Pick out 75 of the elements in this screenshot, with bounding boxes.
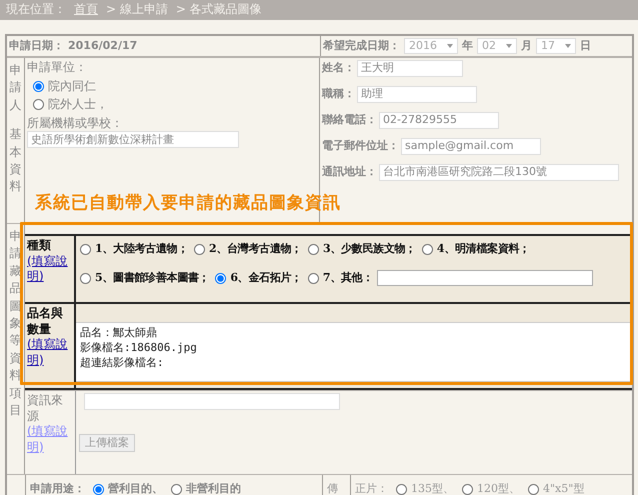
input-field[interactable]: 助理 (357, 86, 477, 103)
input-field[interactable]: 02-27829555 (379, 112, 499, 129)
option-label: 非營利目的 (186, 482, 241, 495)
option-label: 7、其他： (322, 271, 374, 286)
dropdown[interactable]: 02 (477, 38, 517, 54)
radio-button[interactable] (93, 484, 104, 495)
caret-icon (565, 44, 571, 48)
row-label: 品名與數量 (27, 306, 64, 338)
radio-button[interactable] (215, 272, 226, 284)
option-label: 120型、 (477, 482, 520, 495)
input-field[interactable]: sample@gmail.com (401, 138, 541, 155)
radio-button[interactable] (80, 244, 91, 255)
option-label: 院內同仁 (48, 78, 96, 94)
section-label: 申請人 (10, 62, 22, 114)
option-label: 營利目的、 (108, 482, 163, 495)
field-label: 姓名： (322, 61, 355, 76)
radio-button[interactable] (422, 244, 433, 255)
text-area[interactable]: 品名：鄦太師鼎 影像檔名:186806.jpg 超連結影像檔名: (76, 322, 632, 382)
field-label: 聯絡電話： (322, 113, 377, 128)
field-label: 通訊地址： (322, 165, 377, 180)
radio-button[interactable] (194, 244, 205, 255)
option-label: 6、金石拓片； (230, 271, 302, 286)
option-label: 4、明清檔案資料； (436, 242, 530, 256)
radio-button[interactable] (462, 484, 473, 495)
date-value: 2016/02/17 (68, 38, 138, 54)
annotation-text: 系統已自動帶入要申請的藏品圖象資訊 (35, 192, 341, 214)
section-label: 基本資料 (10, 126, 22, 196)
input-field[interactable] (377, 270, 594, 286)
field-label: 電子郵件位址： (322, 139, 399, 154)
text-line: 影像檔名:186806.jpg (80, 340, 198, 356)
caret-icon (506, 44, 512, 48)
breadcrumb-item: > 線上申請 (106, 2, 168, 18)
radio-button[interactable] (33, 80, 44, 92)
breadcrumb-link[interactable]: 首頁 (74, 2, 98, 18)
input-field[interactable]: 史語所學術創新數位深耕計畫 (27, 131, 239, 148)
unit-label: 月 (521, 38, 532, 54)
field-label: 申請單位： (27, 60, 88, 76)
radio-button[interactable] (308, 244, 319, 255)
dropdown[interactable]: 2016 (404, 38, 458, 54)
input-field[interactable]: 王大明 (357, 60, 463, 77)
unit-label: 日 (580, 38, 591, 54)
radio-button[interactable] (33, 99, 44, 110)
option-label: 院外人士， (48, 97, 108, 113)
radio-button[interactable] (528, 484, 539, 495)
option-label: 135型、 (411, 482, 454, 495)
help-link[interactable]: (填寫說明) (27, 254, 72, 285)
unit-label: 年 (462, 38, 473, 54)
field-label: 申請日期： (9, 38, 64, 54)
radio-button[interactable] (80, 272, 91, 284)
help-link[interactable]: (填寫說明) (27, 337, 72, 368)
radio-button[interactable] (308, 272, 319, 284)
text-line: 超連結影像檔名: (80, 356, 165, 371)
field-label: 正片： (355, 482, 388, 495)
caret-icon (447, 44, 453, 48)
breadcrumb-item: > 各式藏品圖像 (176, 2, 262, 18)
field-label: 希望完成日期： (323, 38, 400, 54)
dropdown[interactable]: 17 (536, 38, 576, 54)
breadcrumb-label: 現在位置： (6, 2, 66, 18)
section-label: 傳 (327, 482, 338, 495)
option-label: 3、少數民族文物； (322, 242, 416, 256)
row-label: 資訊來源 (27, 393, 64, 424)
help-link[interactable]: (填寫說明) (27, 424, 73, 456)
field-label: 申請用途： (30, 482, 85, 495)
option-label: 4"x5"型 (543, 482, 584, 495)
option-label: 2、台灣考古遺物； (208, 242, 302, 256)
option-label: 1、大陸考古遺物； (95, 242, 188, 256)
radio-button[interactable] (396, 484, 407, 495)
radio-button[interactable] (171, 484, 182, 495)
text-line: 品名：鄦太師鼎 (80, 326, 158, 341)
field-label: 職稱： (322, 87, 355, 102)
field-label: 所屬機構或學校： (27, 116, 124, 132)
upload-button[interactable]: 上傳檔案 (79, 434, 135, 452)
input-field[interactable]: 台北市南港區研究院路二段130號 (379, 164, 619, 181)
row-label: 種類 (27, 238, 52, 254)
option-label: 5、圖書館珍善本圖書； (95, 271, 210, 286)
